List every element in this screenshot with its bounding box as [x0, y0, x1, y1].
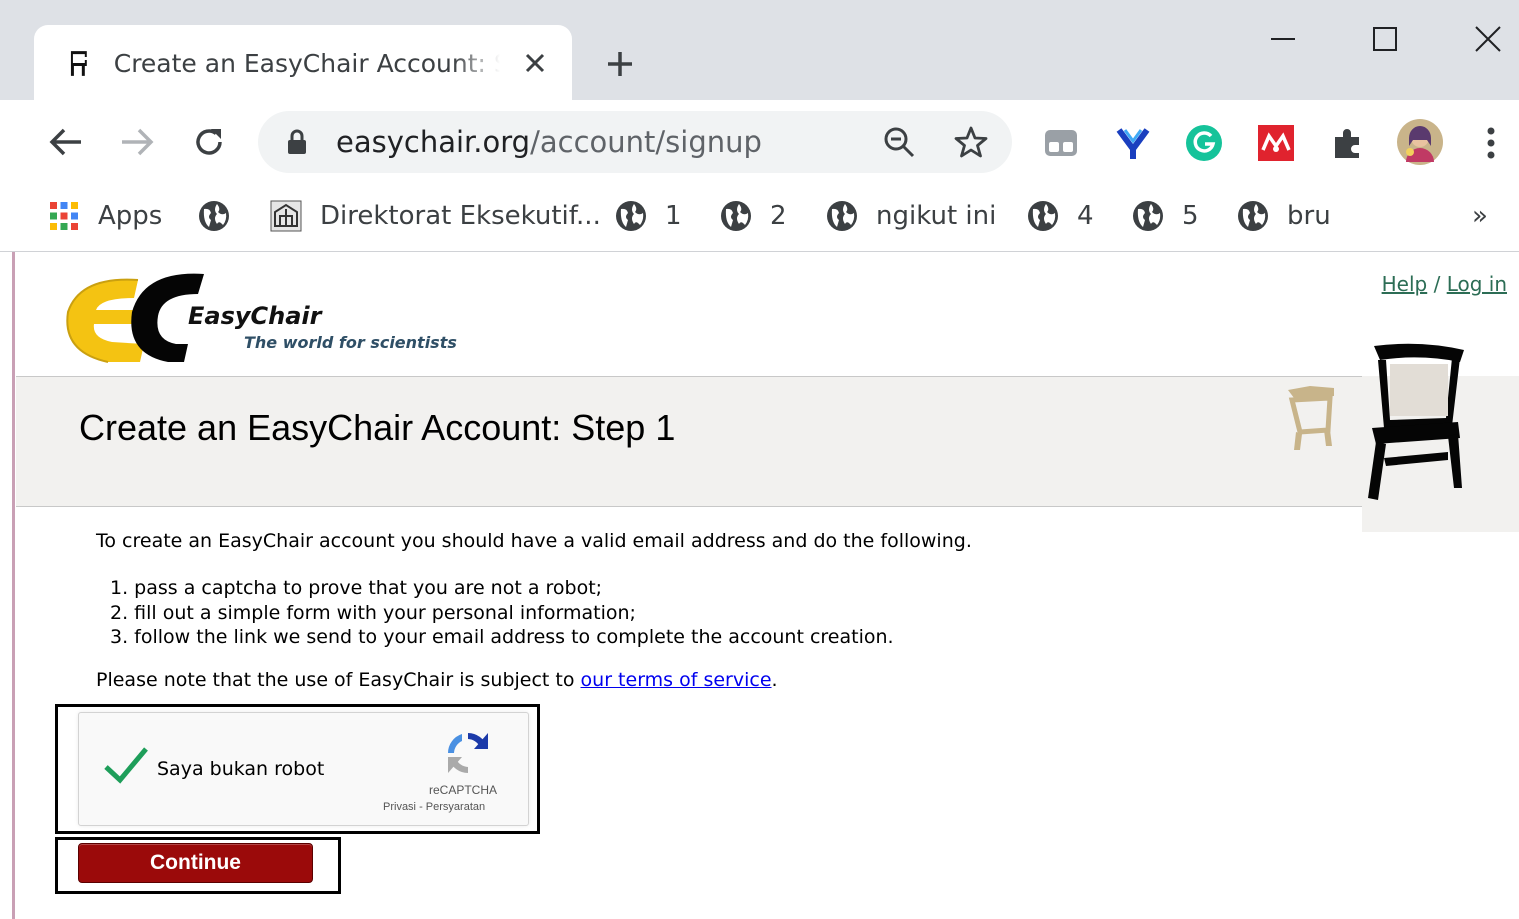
recaptcha-widget: Saya bukan robot reCAPTCHA Privasi - Per… — [78, 712, 529, 826]
grammarly-icon[interactable] — [1182, 121, 1226, 165]
tab-title: Create an EasyChair Account: Step 1 — [113, 48, 501, 78]
profile-avatar[interactable] — [1396, 118, 1444, 166]
tab-manager-extension-icon[interactable] — [1039, 121, 1083, 165]
page-title: Create an EasyChair Account: Step 1 — [79, 407, 676, 448]
step-item: 2. fill out a simple form with your pers… — [110, 601, 636, 624]
link-separator: / — [1433, 272, 1441, 296]
brand-name: EasyChair — [188, 302, 322, 330]
forward-arrow-icon[interactable] — [114, 119, 160, 165]
recaptcha-privacy-link[interactable]: Privasi — [383, 801, 416, 813]
step-item: 1. pass a captcha to prove that you are … — [110, 577, 603, 599]
bookmark-ngikut-ini[interactable]: ngikut ini — [826, 196, 996, 236]
bookmark-label: 5 — [1182, 201, 1199, 231]
easychair-favicon-icon — [70, 51, 87, 76]
apps-grid-icon — [50, 202, 78, 230]
reload-icon[interactable] — [186, 119, 232, 165]
site-favicon — [270, 200, 302, 232]
extensions-puzzle-icon[interactable] — [1326, 121, 1370, 165]
help-link[interactable]: Help — [1382, 272, 1428, 296]
maximize-icon[interactable] — [1360, 14, 1410, 64]
top-links: Help / Log in — [1382, 272, 1507, 296]
minimize-icon[interactable] — [1258, 14, 1308, 64]
bookmark-star-icon[interactable] — [948, 119, 994, 165]
bookmark-1[interactable]: 1 — [615, 196, 682, 236]
bookmark-4[interactable]: 4 — [1027, 196, 1094, 236]
step-item: 3. follow the link we send to your email… — [110, 626, 894, 648]
chairs-illustration — [1288, 343, 1464, 500]
active-tab[interactable]: Create an EasyChair Account: Step 1 — [34, 25, 572, 101]
back-arrow-icon[interactable] — [43, 119, 89, 165]
bookmark-apps[interactable]: Apps — [48, 196, 162, 236]
globe-icon — [827, 201, 857, 231]
y-extension-icon[interactable] — [1111, 121, 1155, 165]
tab-strip: Create an EasyChair Account: Step 1 — [0, 0, 1519, 101]
bookmark-label: 2 — [770, 201, 787, 231]
window-close-icon[interactable] — [1463, 14, 1513, 64]
tab-close-icon[interactable] — [520, 48, 550, 78]
browser-toolbar: easychair.org/account/signup — [0, 100, 1519, 184]
recaptcha-footer: Privasi - Persyaratan — [383, 801, 486, 813]
checkmark-icon[interactable] — [103, 745, 149, 785]
globe-icon — [199, 201, 229, 231]
bookmark-label: Apps — [98, 201, 163, 231]
menu-kebab-icon[interactable] — [1469, 121, 1513, 165]
globe-icon — [721, 201, 751, 231]
bookmark-direktorat[interactable]: Direktorat Eksekutif... — [270, 196, 601, 236]
bookmark-label: 1 — [665, 201, 682, 231]
address-bar[interactable]: easychair.org/account/signup — [258, 111, 1012, 173]
globe-icon — [1028, 201, 1058, 231]
zoom-icon[interactable] — [876, 119, 922, 165]
steps-list: 1. pass a captcha to prove that you are … — [110, 576, 894, 650]
login-link[interactable]: Log in — [1447, 272, 1507, 296]
new-tab-icon[interactable] — [598, 42, 642, 86]
recaptcha-brand: reCAPTCHA — [429, 783, 498, 797]
bookmark-2[interactable]: 2 — [720, 196, 787, 236]
mendeley-icon[interactable] — [1254, 121, 1298, 165]
url-text[interactable]: easychair.org/account/signup — [336, 125, 762, 159]
recaptcha-terms-link[interactable]: Persyaratan — [426, 801, 485, 813]
captcha-label: Saya bukan robot — [157, 758, 325, 780]
lock-icon[interactable] — [286, 129, 308, 155]
bookmark-label: Direktorat Eksekutif... — [320, 201, 601, 231]
bookmark-5[interactable]: 5 — [1132, 196, 1199, 236]
globe-icon — [1238, 201, 1268, 231]
more-bookmarks-icon[interactable]: » — [1472, 196, 1488, 236]
intro-text: To create an EasyChair account you shoul… — [96, 530, 972, 552]
bookmark-label: 4 — [1077, 201, 1094, 231]
terms-of-service-link[interactable]: our terms of service — [581, 669, 772, 691]
globe-icon — [1133, 201, 1163, 231]
bookmark-bru[interactable]: bru — [1237, 196, 1331, 236]
bookmark-label: ngikut ini — [876, 201, 997, 231]
bookmarks-bar: Apps Direktorat Eksekutif... 1 2 ngikut … — [0, 184, 1519, 252]
continue-button[interactable]: Continue — [78, 843, 313, 883]
bookmark-label: bru — [1287, 201, 1331, 231]
terms-note: Please note that the use of EasyChair is… — [96, 669, 778, 691]
globe-icon — [616, 201, 646, 231]
brand-tagline: The world for scientists — [244, 333, 457, 352]
bookmark-globe[interactable] — [198, 196, 248, 236]
recaptcha-logo-icon — [448, 733, 488, 773]
